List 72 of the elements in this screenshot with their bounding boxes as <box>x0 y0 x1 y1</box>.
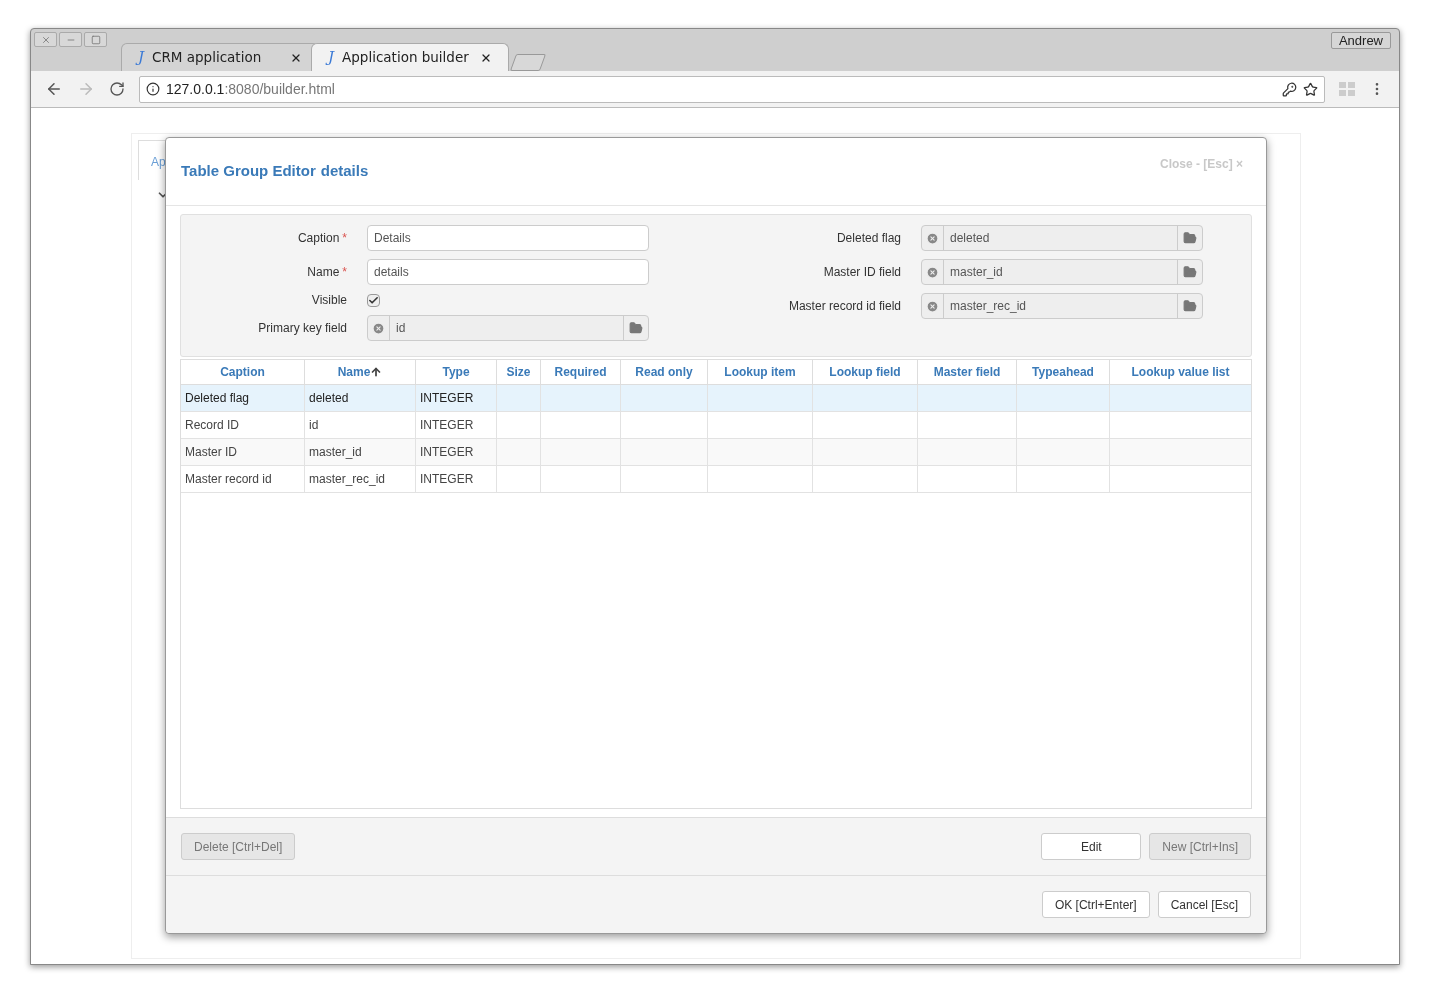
info-icon[interactable] <box>146 82 160 96</box>
lookup-field[interactable]: master_rec_id <box>921 293 1203 319</box>
folder-icon[interactable] <box>1183 299 1197 313</box>
field-value: deleted <box>949 230 991 247</box>
folder-icon[interactable] <box>629 321 643 335</box>
key-icon[interactable] <box>1282 81 1297 97</box>
column-header[interactable]: Master field <box>918 360 1017 384</box>
table-cell: Record ID <box>181 412 305 438</box>
table-cell: master_rec_id <box>305 466 416 492</box>
column-header[interactable]: Lookup value list <box>1110 360 1251 384</box>
table-row[interactable]: Record ID id INTEGER <box>181 412 1251 439</box>
checkbox[interactable] <box>367 293 380 307</box>
table-row[interactable]: Deleted flag deleted INTEGER <box>181 385 1251 412</box>
field-label: Deleted flag <box>835 230 901 247</box>
user-name[interactable]: Andrew <box>1330 32 1391 49</box>
field-label: Visible <box>310 292 347 309</box>
clear-icon[interactable] <box>372 321 385 335</box>
table-cell: master_id <box>305 439 416 465</box>
close-icon <box>40 34 51 45</box>
url-text: 127.0.0.1:8080/builder.html <box>166 79 336 99</box>
table-cell: Deleted flag <box>181 385 305 411</box>
column-header[interactable]: Read only <box>621 360 708 384</box>
column-header[interactable]: Required <box>541 360 621 384</box>
field-value: id <box>395 320 407 337</box>
table-row[interactable]: Master record id master_rec_id INTEGER <box>181 466 1251 493</box>
window-control[interactable] <box>34 32 57 47</box>
dialog-button[interactable]: OK [Ctrl+Enter] <box>1041 891 1150 918</box>
table-cell: Master ID <box>181 439 305 465</box>
dialog-title: Table Group Editor details <box>181 161 369 182</box>
column-header[interactable]: Typeahead <box>1017 360 1110 384</box>
table-cell: deleted <box>305 385 416 411</box>
maximize-icon <box>90 34 101 45</box>
dialog-button[interactable]: Cancel [Esc] <box>1157 891 1251 918</box>
new-tab-button[interactable] <box>509 54 547 71</box>
table-row[interactable]: Master ID master_id INTEGER <box>181 439 1251 466</box>
clear-icon[interactable] <box>926 299 939 313</box>
table-cell: INTEGER <box>416 412 497 438</box>
reload-icon[interactable] <box>109 81 125 97</box>
text-field[interactable]: details <box>367 259 649 285</box>
clear-icon[interactable] <box>926 231 939 245</box>
browser-tab[interactable]: J Application builder <box>311 43 509 71</box>
table-cell: Master record id <box>181 466 305 492</box>
folder-icon[interactable] <box>1183 231 1197 245</box>
star-icon[interactable] <box>1303 81 1318 97</box>
field-value: master_rec_id <box>949 298 1028 315</box>
column-header[interactable]: Type <box>416 360 497 384</box>
column-header[interactable]: Lookup item <box>708 360 813 384</box>
field-label: Caption * <box>296 230 347 247</box>
field-value: master_id <box>949 264 1004 281</box>
table-cell: INTEGER <box>416 466 497 492</box>
address-bar[interactable]: 127.0.0.1:8080/builder.html <box>139 75 1325 103</box>
column-header[interactable]: Caption <box>181 360 305 384</box>
back-icon[interactable] <box>45 80 63 98</box>
field-label: Master record id field <box>787 298 901 315</box>
column-header[interactable]: Lookup field <box>813 360 918 384</box>
text-field[interactable]: Details <box>367 225 649 251</box>
clear-icon[interactable] <box>926 265 939 279</box>
field-label: Primary key field <box>257 320 347 337</box>
tab-title: Application builder <box>342 48 470 68</box>
table-cell: id <box>305 412 416 438</box>
table-cell: INTEGER <box>416 439 497 465</box>
table-cell: INTEGER <box>416 385 497 411</box>
column-header[interactable]: Size <box>497 360 541 384</box>
lookup-field[interactable]: master_id <box>921 259 1203 285</box>
field-label: Name * <box>306 264 347 281</box>
column-header[interactable]: Name <box>305 360 416 384</box>
tab-title: CRM application <box>152 48 263 68</box>
dialog-button[interactable]: Edit <box>1041 833 1142 860</box>
field-label: Master ID field <box>822 264 901 281</box>
lookup-field[interactable]: id <box>367 315 649 341</box>
folder-icon[interactable] <box>1183 265 1197 279</box>
lookup-field[interactable]: deleted <box>921 225 1203 251</box>
